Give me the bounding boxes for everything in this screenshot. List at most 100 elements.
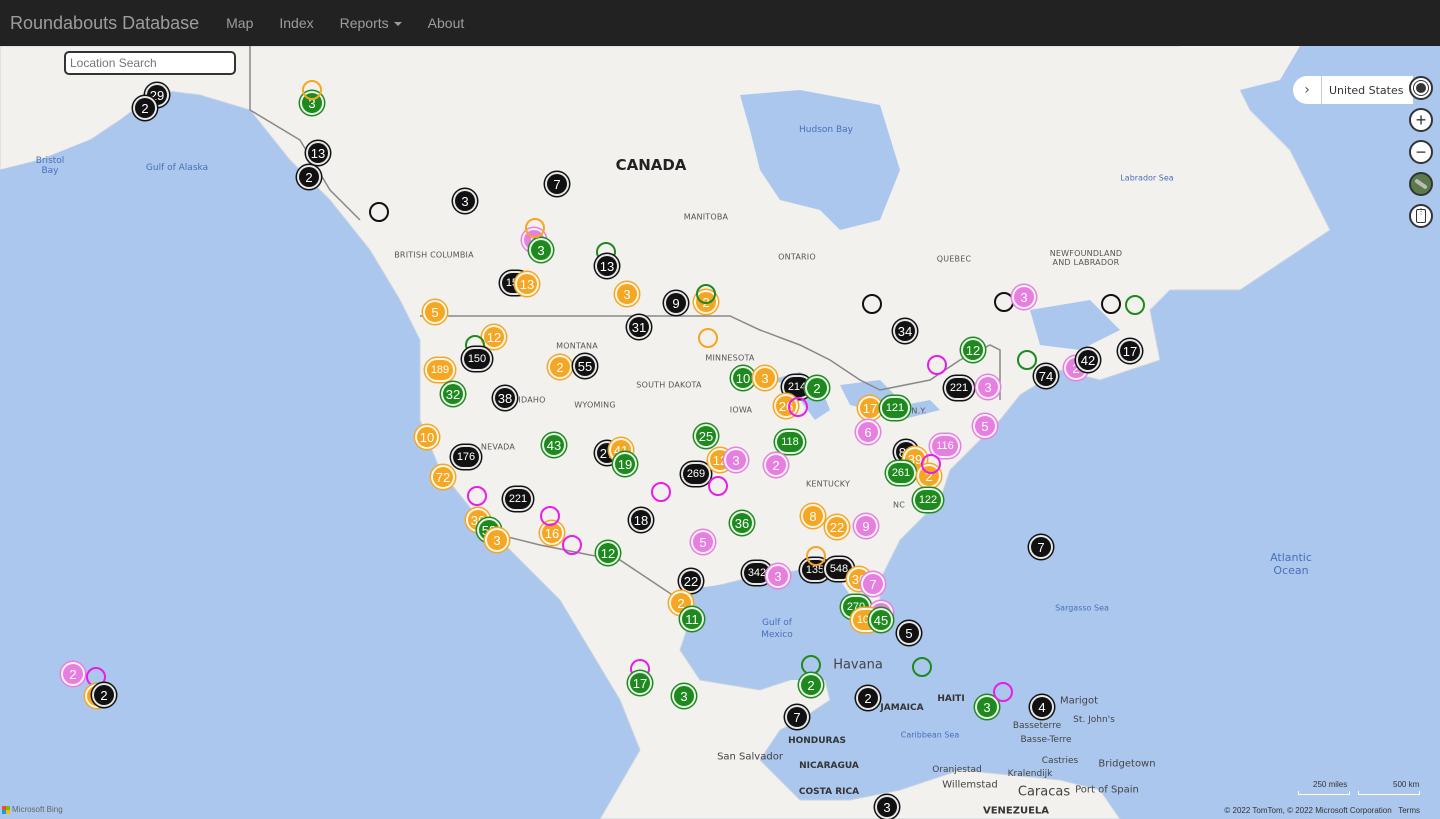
cluster-marker[interactable]: 10 [733,368,753,388]
cluster-marker[interactable]: 3 [755,368,775,388]
map-style-button[interactable] [1409,172,1433,196]
zoom-in-button[interactable]: + [1409,108,1433,132]
cluster-marker[interactable]: 38 [495,388,515,408]
cluster-marker[interactable]: 74 [1036,366,1056,386]
single-location-marker[interactable] [862,294,882,314]
cluster-marker[interactable]: 19 [615,454,635,474]
single-location-marker[interactable] [467,486,487,506]
cluster-marker[interactable]: 36 [732,513,752,533]
cluster-marker[interactable]: 7 [787,707,807,727]
single-location-marker[interactable] [993,682,1013,702]
cluster-marker[interactable]: 2 [63,664,83,684]
cluster-marker[interactable]: 2 [94,685,114,705]
cluster-marker[interactable]: 221 [505,489,531,509]
cluster-marker[interactable]: 3 [977,697,997,717]
cluster-marker[interactable]: 16 [542,523,562,543]
cluster-marker[interactable]: 11 [682,609,702,629]
cluster-marker[interactable]: 45 [871,610,891,630]
cluster-marker[interactable]: 9 [856,516,876,536]
cluster-marker[interactable]: 3 [726,450,746,470]
cluster-marker[interactable]: 43 [544,435,564,455]
cluster-marker[interactable]: 3 [455,191,475,211]
cluster-marker[interactable]: 13 [308,143,328,163]
terms-link[interactable]: Terms [1398,806,1420,815]
cluster-marker[interactable]: 121 [882,398,908,418]
cluster-marker[interactable]: 2 [807,378,827,398]
cluster-marker[interactable]: 12 [484,327,504,347]
cluster-marker[interactable]: 10 [417,427,437,447]
single-location-marker[interactable] [1017,350,1037,370]
cluster-marker[interactable]: 221 [946,378,972,398]
single-location-marker[interactable] [927,355,947,375]
cluster-marker[interactable]: 176 [453,447,479,467]
cluster-marker[interactable]: 8 [803,506,823,526]
cluster-marker[interactable]: 116 [932,436,958,456]
brand-title[interactable]: Roundabouts Database [10,13,199,34]
cluster-marker[interactable]: 2 [135,98,155,118]
single-location-marker[interactable] [788,397,808,417]
zoom-out-button[interactable]: − [1409,140,1433,164]
single-location-marker[interactable] [1125,295,1145,315]
single-location-marker[interactable] [912,657,932,677]
cluster-marker[interactable]: 17 [630,673,650,693]
cluster-marker[interactable]: 342 [744,563,770,583]
cluster-marker[interactable]: 13 [597,256,617,276]
cluster-marker[interactable]: 6 [858,422,878,442]
single-location-marker[interactable] [369,202,389,222]
single-location-marker[interactable] [994,292,1014,312]
cluster-marker[interactable]: 261 [888,463,914,483]
cluster-marker[interactable]: 118 [777,432,803,452]
cluster-marker[interactable]: 122 [915,490,941,510]
cluster-marker[interactable]: 3 [674,686,694,706]
cluster-marker[interactable]: 269 [683,464,709,484]
cluster-marker[interactable]: 7 [547,174,567,194]
single-location-marker[interactable] [921,454,941,474]
cluster-marker[interactable]: 3 [617,284,637,304]
cluster-marker[interactable]: 548 [826,559,852,579]
cluster-marker[interactable]: 34 [895,321,915,341]
cluster-marker[interactable]: 7 [863,574,883,594]
location-search-input[interactable] [64,51,236,75]
cluster-marker[interactable]: 3 [877,797,897,817]
cluster-marker[interactable]: 2 [766,455,786,475]
cluster-marker[interactable]: 17 [1120,341,1140,361]
cluster-marker[interactable]: 5 [899,623,919,643]
cluster-marker[interactable]: 5 [425,302,445,322]
cluster-marker[interactable]: 2 [801,675,821,695]
cluster-marker[interactable]: 2 [858,688,878,708]
traffic-button[interactable]: ⋮ [1409,204,1433,228]
cluster-marker[interactable]: 4 [1032,697,1052,717]
single-location-marker[interactable] [696,284,716,304]
cluster-marker[interactable]: 9 [666,293,686,313]
cluster-marker[interactable]: 3 [487,530,507,550]
single-location-marker[interactable] [302,80,322,100]
cluster-marker[interactable]: 3 [768,566,788,586]
cluster-marker[interactable]: 3 [531,240,551,260]
cluster-marker[interactable]: 18 [631,510,651,530]
cluster-marker[interactable]: 31 [629,317,649,337]
single-location-marker[interactable] [86,667,106,687]
single-location-marker[interactable] [562,535,582,555]
nav-about[interactable]: About [415,15,478,31]
single-location-marker[interactable] [708,476,728,496]
single-location-marker[interactable] [1101,294,1121,314]
cluster-marker[interactable]: 12 [963,340,983,360]
cluster-marker[interactable]: 150 [464,349,490,369]
nav-reports[interactable]: Reports [327,15,415,31]
single-location-marker[interactable] [806,546,826,566]
cluster-marker[interactable]: 5 [975,416,995,436]
cluster-marker[interactable]: 72 [433,467,453,487]
single-location-marker[interactable] [698,328,718,348]
cluster-marker[interactable]: 2 [550,357,570,377]
cluster-marker[interactable]: 3 [1014,287,1034,307]
map-canvas[interactable]: CANADA BRITISH COLUMBIA MANITOBA ONTARIO… [0,46,1440,819]
cluster-marker[interactable]: 13 [517,274,537,294]
nav-map[interactable]: Map [213,15,266,31]
cluster-marker[interactable]: 22 [827,517,847,537]
locate-me-button[interactable] [1409,76,1433,100]
chevron-right-icon[interactable]: › [1293,76,1322,104]
single-location-marker[interactable] [525,218,545,238]
single-location-marker[interactable] [801,655,821,675]
cluster-marker[interactable]: 42 [1078,350,1098,370]
cluster-marker[interactable]: 32 [443,384,463,404]
